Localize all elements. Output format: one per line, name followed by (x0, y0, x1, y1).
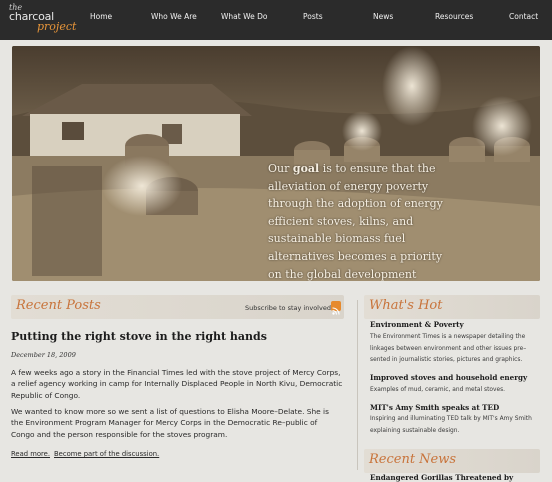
post-date: December 18, 2009 (11, 351, 76, 359)
nav-contact[interactable]: Contact (509, 12, 538, 21)
logo-project: project (37, 20, 77, 33)
rss-icon-glyph (332, 307, 340, 315)
nav-who-we-are[interactable]: Who We Are (151, 12, 197, 21)
charcoal-project-logo[interactable]: the charcoal project (9, 3, 77, 37)
nav-news[interactable]: News (373, 12, 393, 21)
hot-item-desc: Examples of mud, ceramic, and metal stov… (370, 387, 506, 393)
post-paragraph-1: A few weeks ago a story in the Financial… (11, 368, 343, 400)
hero-text-post: is to ensure that the alleviation of ene… (268, 162, 443, 281)
hero-banner: Our goal is to ensure that the alleviati… (12, 46, 540, 281)
hot-item-title[interactable]: Improved stoves and household energy (370, 373, 527, 382)
hero-text-pre: Our (268, 162, 290, 175)
rss-feed-icon[interactable] (331, 301, 341, 315)
post-title-link[interactable]: Putting the right stove in the right han… (11, 330, 267, 343)
top-nav-bar: the charcoal project Home Who We Are Wha… (0, 0, 552, 40)
nav-resources[interactable]: Resources (435, 12, 473, 21)
nav-what-we-do[interactable]: What We Do (221, 12, 267, 21)
hot-item-title[interactable]: MIT's Amy Smith speaks at TED (370, 403, 499, 412)
hot-item-desc: The Environment Times is a newspaper det… (370, 334, 527, 363)
recent-posts-heading: Recent Posts (16, 298, 101, 313)
subscribe-link[interactable]: Subscribe to stay involved. (245, 304, 333, 312)
hot-item-desc: Inspiring and illuminating TED talk by M… (370, 416, 532, 434)
hero-goal-word: goal (292, 162, 320, 175)
read-more-link[interactable]: Read more. (11, 450, 50, 458)
nav-posts[interactable]: Posts (303, 12, 323, 21)
recent-news-heading: Recent News (369, 452, 457, 467)
column-divider (357, 300, 358, 470)
whats-hot-heading: What's Hot (369, 298, 443, 313)
hero-goal-statement: Our goal is to ensure that the alleviati… (268, 160, 458, 281)
post-paragraph-2: We wanted to know more so we sent a list… (11, 407, 329, 439)
news-item-title[interactable]: Endangered Gorillas Threatened by (370, 473, 513, 482)
discussion-link[interactable]: Become part of the discussion. (54, 450, 159, 458)
hot-item-title[interactable]: Environment & Poverty (370, 320, 464, 329)
nav-home[interactable]: Home (90, 12, 112, 21)
